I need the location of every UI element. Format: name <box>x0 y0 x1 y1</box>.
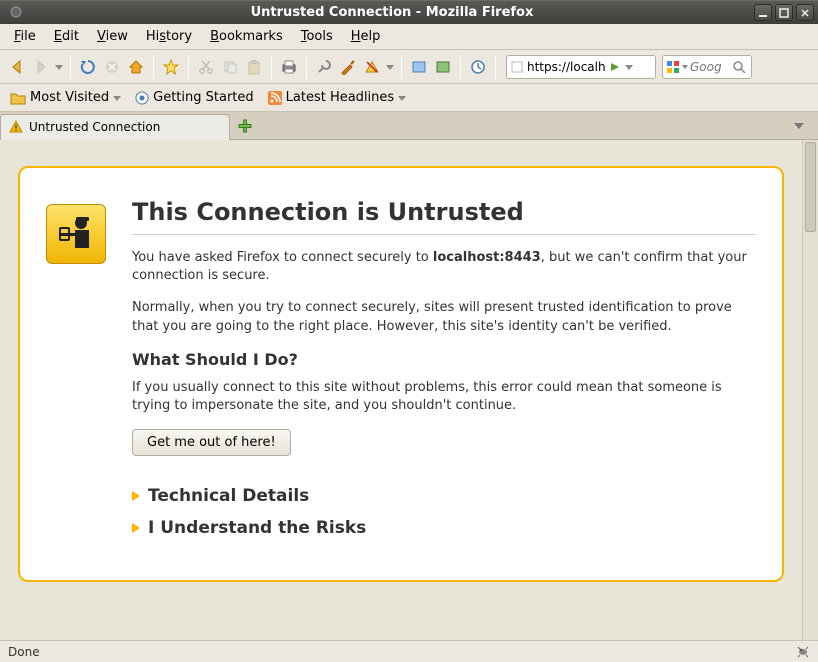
chevron-down-icon <box>398 94 406 102</box>
toolbar-separator <box>153 55 154 79</box>
navigation-toolbar <box>0 50 818 84</box>
minimize-button[interactable] <box>754 4 772 21</box>
maximize-button[interactable] <box>775 4 793 21</box>
url-bar[interactable] <box>506 55 656 79</box>
bookmark-most-visited[interactable]: Most Visited <box>6 88 125 107</box>
tool-dropdown[interactable] <box>385 63 395 71</box>
go-button[interactable] <box>608 60 622 74</box>
tabs-list-dropdown[interactable] <box>794 121 814 131</box>
window-titlebar: Untrusted Connection - Mozilla Firefox <box>0 0 818 24</box>
bookmark-label: Most Visited <box>30 90 109 105</box>
error-heading: This Connection is Untrusted <box>132 198 756 235</box>
window-title: Untrusted Connection - Mozilla Firefox <box>30 5 754 20</box>
technical-details-expander[interactable]: Technical Details <box>132 486 756 506</box>
close-button[interactable] <box>796 4 814 21</box>
tool-icon-4[interactable] <box>408 56 430 78</box>
toolbar-separator <box>271 55 272 79</box>
error-paragraph: You have asked Firefox to connect secure… <box>132 249 756 285</box>
search-engine-dropdown[interactable] <box>682 64 688 70</box>
content-area: This Connection is Untrusted You have as… <box>0 140 818 640</box>
toolbar-separator <box>70 55 71 79</box>
paste-button[interactable] <box>243 56 265 78</box>
chevron-down-icon <box>113 94 121 102</box>
toolbar-separator <box>401 55 402 79</box>
expander-label: I Understand the Risks <box>148 518 366 538</box>
menu-file[interactable]: File <box>6 26 44 47</box>
bookmark-latest-headlines[interactable]: Latest Headlines <box>264 88 411 107</box>
bookmark-label: Getting Started <box>153 90 254 105</box>
menu-bookmarks[interactable]: Bookmarks <box>202 26 291 47</box>
copy-button[interactable] <box>219 56 241 78</box>
toolbar-separator <box>306 55 307 79</box>
toolbar-separator <box>188 55 189 79</box>
error-host: localhost:8443 <box>433 250 541 265</box>
error-subheading: What Should I Do? <box>132 350 756 369</box>
home-button[interactable] <box>125 56 147 78</box>
get-me-out-button[interactable]: Get me out of here! <box>132 429 291 456</box>
bookmark-star-button[interactable] <box>160 56 182 78</box>
untrusted-connection-panel: This Connection is Untrusted You have as… <box>18 166 784 582</box>
print-button[interactable] <box>278 56 300 78</box>
security-officer-icon <box>46 204 106 264</box>
page-icon <box>135 91 149 105</box>
search-input[interactable] <box>690 60 730 74</box>
warning-icon <box>9 120 23 134</box>
new-tab-button[interactable] <box>232 114 258 138</box>
status-right-icon[interactable] <box>796 645 810 659</box>
forward-button[interactable] <box>30 56 52 78</box>
app-menu-icon <box>10 6 24 20</box>
cut-button[interactable] <box>195 56 217 78</box>
menu-view[interactable]: View <box>89 26 136 47</box>
bookmark-getting-started[interactable]: Getting Started <box>131 88 258 107</box>
tab-active[interactable]: Untrusted Connection <box>0 114 230 140</box>
rss-icon <box>268 91 282 105</box>
search-engine-icon[interactable] <box>666 60 680 74</box>
menu-tools[interactable]: Tools <box>293 26 341 47</box>
search-go-icon[interactable] <box>732 60 746 74</box>
clock-icon[interactable] <box>467 56 489 78</box>
status-text: Done <box>8 645 40 659</box>
triangle-right-icon <box>132 523 140 533</box>
tool-icon-5[interactable] <box>432 56 454 78</box>
vertical-scrollbar[interactable] <box>802 140 818 640</box>
search-bar[interactable] <box>662 55 752 79</box>
bookmark-label: Latest Headlines <box>286 90 395 105</box>
tool-icon-2[interactable] <box>337 56 359 78</box>
url-input[interactable] <box>527 60 605 74</box>
tab-bar: Untrusted Connection <box>0 112 818 140</box>
toolbar-separator <box>460 55 461 79</box>
understand-risks-expander[interactable]: I Understand the Risks <box>132 518 756 538</box>
page-identity-icon[interactable] <box>510 60 524 74</box>
error-paragraph: Normally, when you try to connect secure… <box>132 299 756 335</box>
page-viewport: This Connection is Untrusted You have as… <box>0 140 802 640</box>
expander-label: Technical Details <box>148 486 309 506</box>
error-paragraph: If you usually connect to this site with… <box>132 379 756 415</box>
menu-edit[interactable]: Edit <box>46 26 87 47</box>
stop-button[interactable] <box>101 56 123 78</box>
url-dropdown[interactable] <box>625 63 633 71</box>
triangle-right-icon <box>132 491 140 501</box>
back-button[interactable] <box>6 56 28 78</box>
menu-history[interactable]: History <box>138 26 200 47</box>
tool-icon-1[interactable] <box>313 56 335 78</box>
reload-button[interactable] <box>77 56 99 78</box>
folder-icon <box>10 91 26 105</box>
nav-history-dropdown[interactable] <box>54 63 64 71</box>
menubar: File Edit View History Bookmarks Tools H… <box>0 24 818 50</box>
status-bar: Done <box>0 640 818 662</box>
toolbar-separator <box>495 55 496 79</box>
tab-title: Untrusted Connection <box>29 120 160 134</box>
tool-icon-3[interactable] <box>361 56 383 78</box>
menu-help[interactable]: Help <box>343 26 389 47</box>
scrollbar-thumb[interactable] <box>805 142 816 232</box>
bookmarks-toolbar: Most Visited Getting Started Latest Head… <box>0 84 818 112</box>
